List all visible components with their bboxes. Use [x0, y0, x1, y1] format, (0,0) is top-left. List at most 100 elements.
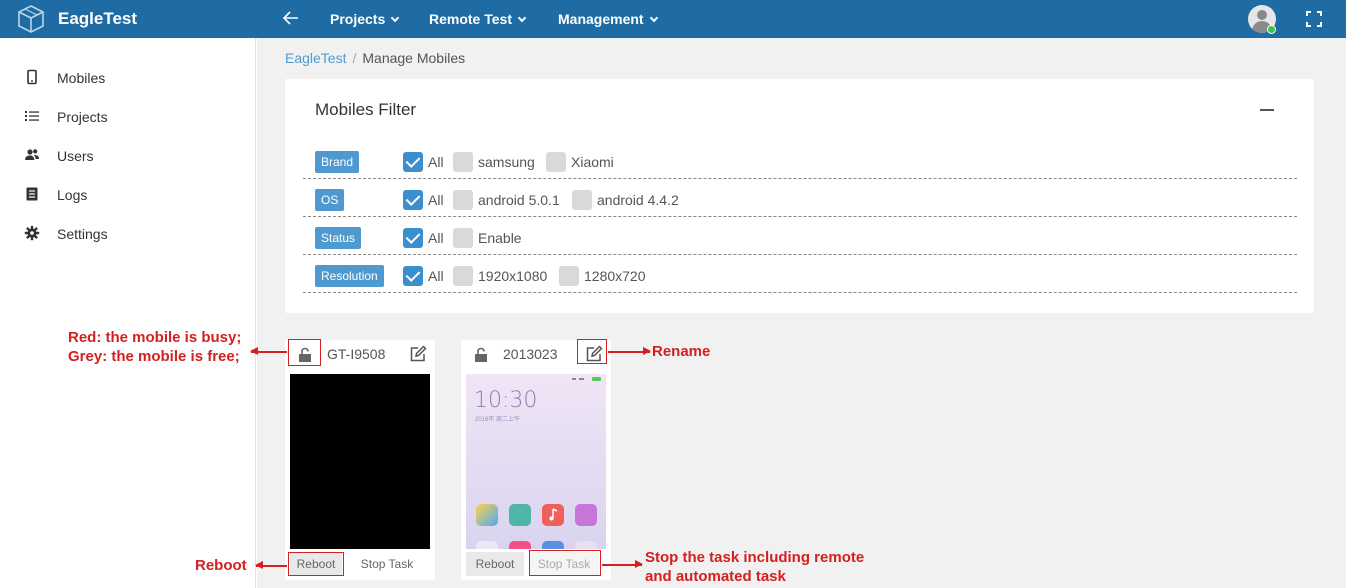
sidebar-item-settings[interactable]: Settings [0, 215, 255, 254]
checkbox[interactable] [453, 190, 473, 210]
checkbox[interactable] [453, 152, 473, 172]
home-date: 2016年 周二上午 [475, 417, 521, 423]
sidebar-item-label: Mobiles [57, 70, 106, 86]
annotation-lock-busy: Red: the mobile is busy; [68, 329, 242, 346]
chevron-down-icon [391, 13, 400, 23]
stop-task-button[interactable]: Stop Task [347, 552, 427, 576]
home-clock: 10:30 [474, 388, 538, 413]
browser-app-icon [542, 541, 564, 549]
panel-title: Mobiles Filter [315, 100, 417, 119]
option-label: All [428, 154, 444, 170]
edit-icon[interactable] [409, 345, 427, 363]
mobiles-filter-panel: Mobiles Filter Brand All samsung Xiaomi … [285, 79, 1314, 313]
filter-row-status: Status All Enable [303, 217, 1297, 255]
mobile-icon [27, 69, 37, 85]
filter-row-resolution: Resolution All 1920x1080 1280x720 [303, 255, 1297, 293]
nav-remote-test[interactable]: Remote Test [429, 11, 527, 27]
nav-management[interactable]: Management [558, 11, 658, 27]
gear-icon [24, 225, 40, 241]
annotation-box-stop [529, 550, 601, 576]
tools-app-icon [476, 541, 498, 549]
checkbox[interactable] [572, 190, 592, 210]
filter-label-resolution: Resolution [315, 265, 384, 287]
sidebar-item-logs[interactable]: Logs [0, 176, 255, 215]
arrow-left-icon[interactable] [281, 8, 301, 34]
annotation-stop-line1: Stop the task including remote [645, 549, 865, 566]
breadcrumb-current: Manage Mobiles [362, 50, 466, 66]
reboot-button[interactable]: Reboot [466, 552, 524, 576]
sidebar-item-label: Projects [57, 109, 108, 125]
document-icon [26, 187, 38, 201]
checkbox[interactable] [559, 266, 579, 286]
checkbox-checked[interactable] [403, 266, 423, 286]
checkbox[interactable] [453, 228, 473, 248]
nav-projects[interactable]: Projects [330, 11, 400, 27]
theme-app-icon [575, 504, 597, 526]
breadcrumb: EagleTest / Manage Mobiles [285, 50, 465, 66]
option-label: All [428, 268, 444, 284]
checkbox[interactable] [546, 152, 566, 172]
option-label: android 4.4.2 [597, 192, 679, 208]
unlock-icon[interactable] [473, 347, 489, 363]
music-app-icon [542, 504, 564, 526]
cube-logo-icon[interactable] [16, 4, 46, 34]
device-screen[interactable] [290, 374, 430, 549]
device-screen[interactable]: 10:30 2016年 周二上午 [466, 374, 606, 549]
chevron-down-icon [649, 13, 658, 23]
checkbox-checked[interactable] [403, 152, 423, 172]
camera-app-icon [509, 504, 531, 526]
checkbox-checked[interactable] [403, 190, 423, 210]
annotation-rename: Rename [652, 343, 711, 360]
annotation-stop-line2: and automated task [645, 568, 786, 585]
nav-remote-test-label: Remote Test [429, 11, 512, 27]
filter-row-brand: Brand All samsung Xiaomi [303, 141, 1297, 179]
checkbox-checked[interactable] [403, 228, 423, 248]
annotation-box-reboot [288, 552, 344, 576]
sidebar: Mobiles Projects Users Logs Settings [0, 38, 256, 588]
list-icon [25, 111, 39, 121]
annotation-box-rename [577, 339, 607, 364]
sidebar-item-label: Settings [57, 226, 108, 242]
apps-folder-icon [575, 541, 597, 549]
option-label: Enable [478, 230, 522, 246]
online-status-dot [1267, 25, 1276, 34]
device-name: 2013023 [503, 346, 558, 362]
filter-label-status: Status [315, 227, 362, 249]
nav-projects-label: Projects [330, 11, 386, 27]
users-icon [25, 149, 39, 160]
sidebar-item-label: Logs [57, 187, 88, 203]
option-label: 1280x720 [584, 268, 646, 284]
sidebar-item-label: Users [57, 148, 94, 164]
brand-name[interactable]: EagleTest [58, 9, 137, 29]
store-app-icon [509, 541, 531, 549]
collapse-icon[interactable] [1260, 109, 1274, 111]
filter-row-os: OS All android 5.0.1 android 4.4.2 [303, 179, 1297, 217]
option-label: All [428, 230, 444, 246]
filter-label-os: OS [315, 189, 345, 211]
fullscreen-icon[interactable] [1306, 11, 1322, 27]
annotation-arrow-lock [250, 348, 287, 354]
option-label: samsung [478, 154, 535, 170]
annotation-arrow-stop [602, 561, 643, 567]
main-content: EagleTest / Manage Mobiles Mobiles Filter … [257, 38, 1346, 588]
annotation-box-lock [288, 339, 321, 366]
annotation-arrow-reboot [255, 562, 287, 568]
option-label: All [428, 192, 444, 208]
breadcrumb-separator: / [352, 50, 357, 66]
device-card: GT-I9508 Reboot Stop Task [285, 340, 435, 580]
breadcrumb-root-link[interactable]: EagleTest [285, 50, 346, 66]
top-navbar: EagleTest Projects Remote Test Managemen… [0, 0, 1346, 38]
sidebar-item-projects[interactable]: Projects [0, 98, 255, 137]
option-label: 1920x1080 [478, 268, 548, 284]
option-label: android 5.0.1 [478, 192, 560, 208]
sidebar-item-users[interactable]: Users [0, 137, 255, 176]
annotation-reboot: Reboot [195, 557, 247, 574]
checkbox[interactable] [453, 266, 473, 286]
annotation-lock-free: Grey: the mobile is free; [68, 348, 240, 365]
device-name: GT-I9508 [327, 346, 386, 362]
filter-label-brand: Brand [315, 151, 360, 173]
chevron-down-icon [517, 13, 527, 23]
sidebar-item-mobiles[interactable]: Mobiles [0, 59, 255, 98]
status-bar-icons [572, 377, 601, 381]
option-label: Xiaomi [571, 154, 614, 170]
